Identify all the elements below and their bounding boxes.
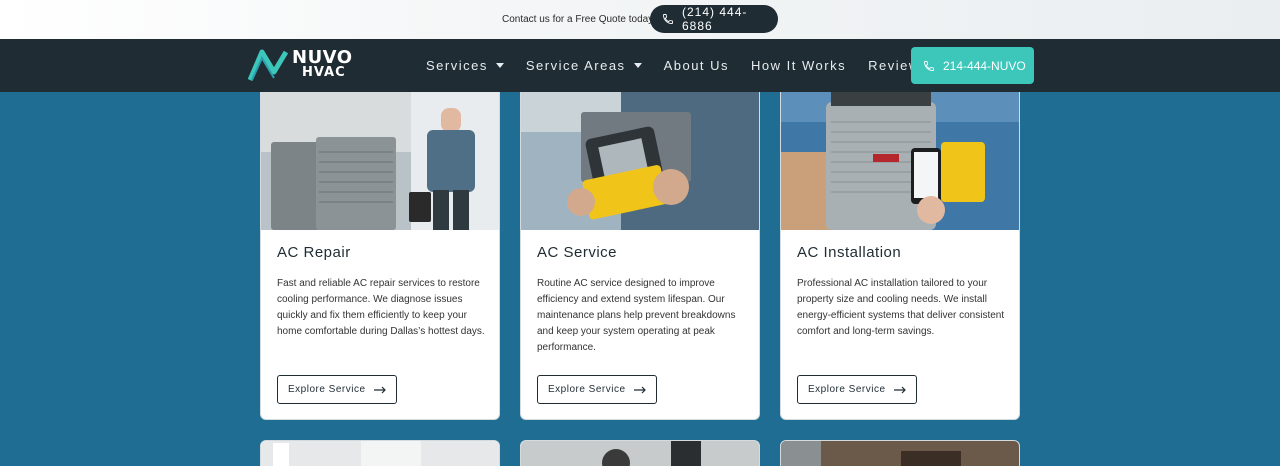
caret-down-icon — [495, 63, 504, 68]
button-label: Explore Service — [548, 384, 626, 395]
call-button[interactable]: 214-444-NUVO — [911, 47, 1034, 84]
card-title: AC Installation — [797, 244, 902, 261]
nav-item-label: Service Areas — [525, 58, 626, 73]
logo-text-nuvo: NUVO — [292, 47, 353, 68]
nav-item-label: How It Works — [751, 58, 847, 73]
arrow-right-icon — [373, 386, 386, 393]
card-title: AC Service — [537, 244, 618, 261]
explore-service-button[interactable]: Explore Service — [277, 375, 397, 404]
phone-icon — [663, 14, 673, 24]
button-label: Explore Service — [288, 384, 366, 395]
service-card-ac-service: AC Service Routine AC service designed t… — [520, 92, 760, 420]
service-card-ac-repair: AC Repair Fast and reliable AC repair se… — [260, 92, 500, 420]
nav-menu: Services Service Areas About Us How It W… — [426, 58, 928, 73]
ac-installation-photo — [781, 92, 1019, 230]
card-description: Fast and reliable AC repair services to … — [277, 278, 485, 337]
card-title: AC Repair — [277, 244, 351, 261]
explore-service-button[interactable]: Explore Service — [537, 375, 657, 404]
card-photo — [781, 441, 1019, 466]
card-description: Professional AC installation tailored to… — [797, 278, 1005, 337]
service-card-next-2 — [520, 440, 760, 466]
top-bar: Contact us for a Free Quote today (214) … — [0, 0, 1280, 39]
nav-item-how-it-works[interactable]: How It Works — [751, 58, 846, 73]
phone-number: (214) 444-6886 — [682, 5, 748, 33]
logo-text-hvac: HVAC — [302, 65, 346, 80]
phone-button[interactable]: (214) 444-6886 — [650, 5, 778, 33]
contact-text: Contact us for a Free Quote today — [502, 14, 654, 25]
card-photo — [521, 441, 759, 466]
logo[interactable]: NUVO HVAC — [248, 48, 353, 82]
nav-item-about-us[interactable]: About Us — [664, 58, 729, 73]
phone-icon — [924, 60, 934, 71]
arrow-right-icon — [633, 386, 646, 393]
nav-item-service-areas[interactable]: Service Areas — [526, 58, 642, 73]
nav-item-services[interactable]: Services — [426, 58, 504, 73]
main-nav: NUVO HVAC Services Service Areas About U… — [0, 39, 1280, 92]
service-card-ac-installation: AC Installation Professional AC installa… — [780, 92, 1020, 420]
nav-item-label: Services — [426, 58, 488, 73]
card-description: Routine AC service designed to improve e… — [537, 278, 736, 353]
service-card-next-1 — [260, 440, 500, 466]
call-button-label: 214-444-NUVO — [943, 58, 1026, 73]
logo-mark-icon — [248, 49, 288, 81]
card-photo — [261, 441, 499, 466]
ac-repair-photo — [261, 92, 499, 230]
service-card-next-3 — [780, 440, 1020, 466]
button-label: Explore Service — [808, 384, 886, 395]
ac-service-photo — [521, 92, 759, 230]
explore-service-button[interactable]: Explore Service — [797, 375, 917, 404]
arrow-right-icon — [893, 386, 906, 393]
caret-down-icon — [633, 63, 642, 68]
nav-item-label: About Us — [663, 58, 730, 73]
